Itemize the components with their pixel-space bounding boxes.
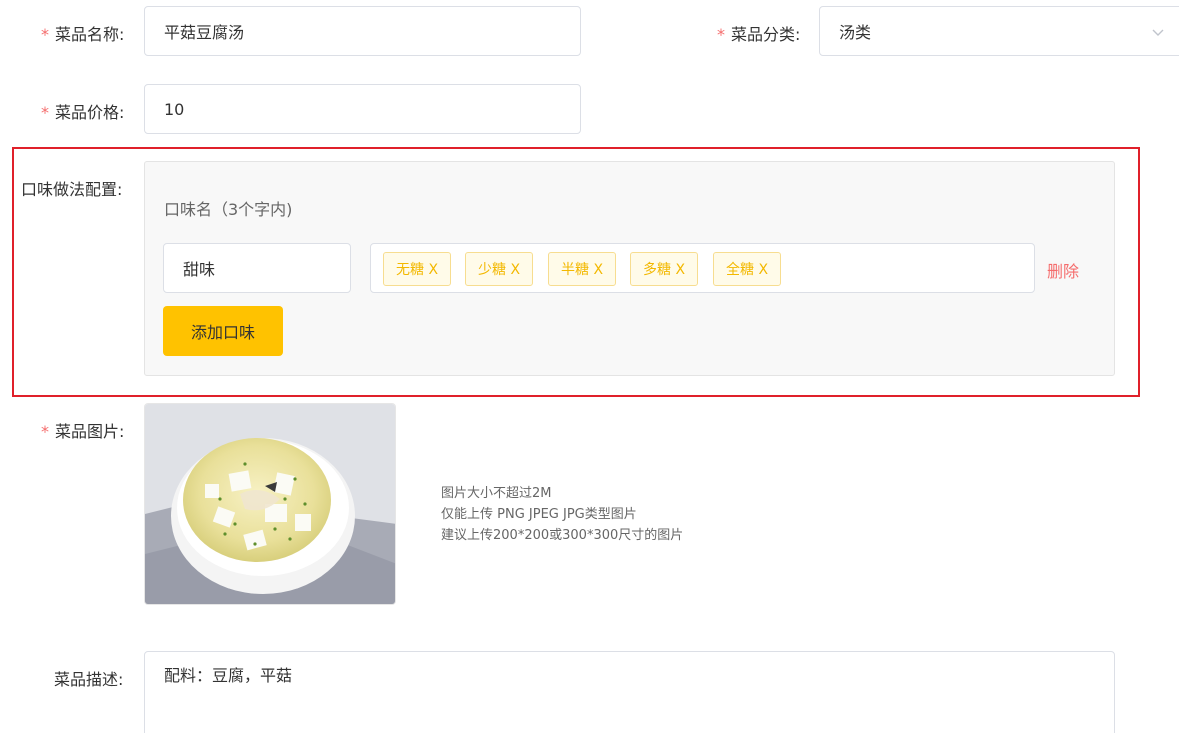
flavor-panel: 口味名（3个字内) 甜味 无糖 X 少糖 X 半糖 X 多糖 X 全糖 X 删除… (144, 161, 1115, 376)
dish-image-upload[interactable] (144, 403, 396, 605)
dish-photo (145, 404, 395, 604)
flavor-config-label: 口味做法配置: (21, 180, 123, 199)
flavor-tag[interactable]: 无糖 X (383, 252, 452, 286)
flavor-tag[interactable]: 半糖 X (548, 252, 617, 286)
required-mark: * (41, 25, 49, 44)
dish-price-input[interactable]: 10 (144, 84, 581, 134)
flavor-name-input[interactable]: 甜味 (163, 243, 351, 293)
dish-description-label: 菜品描述: (54, 670, 124, 689)
dish-name-input[interactable]: 平菇豆腐汤 (144, 6, 581, 56)
dish-name-label: * 菜品名称: (41, 25, 125, 44)
dish-image-label: * 菜品图片: (41, 422, 125, 441)
required-mark: * (41, 422, 49, 441)
flavor-tag[interactable]: 全糖 X (713, 252, 782, 286)
flavor-tag[interactable]: 少糖 X (465, 252, 534, 286)
dish-price-label: * 菜品价格: (41, 103, 125, 122)
chevron-down-icon (1152, 29, 1164, 36)
required-mark: * (717, 25, 725, 44)
dish-category-select[interactable]: 汤类 (819, 6, 1179, 56)
dish-description-textarea[interactable]: 配料：豆腐，平菇 (144, 651, 1115, 733)
required-mark: * (41, 103, 49, 122)
flavor-tags-box[interactable]: 无糖 X 少糖 X 半糖 X 多糖 X 全糖 X (370, 243, 1035, 293)
delete-flavor-link[interactable]: 删除 (1047, 258, 1079, 282)
flavor-name-hint: 口味名（3个字内) (164, 200, 293, 219)
flavor-tag[interactable]: 多糖 X (630, 252, 699, 286)
upload-hint: 图片大小不超过2M 仅能上传 PNG JPEG JPG类型图片 建议上传200*… (441, 486, 684, 543)
dish-category-label: * 菜品分类: (717, 25, 801, 44)
add-flavor-button[interactable]: 添加口味 (163, 306, 283, 356)
